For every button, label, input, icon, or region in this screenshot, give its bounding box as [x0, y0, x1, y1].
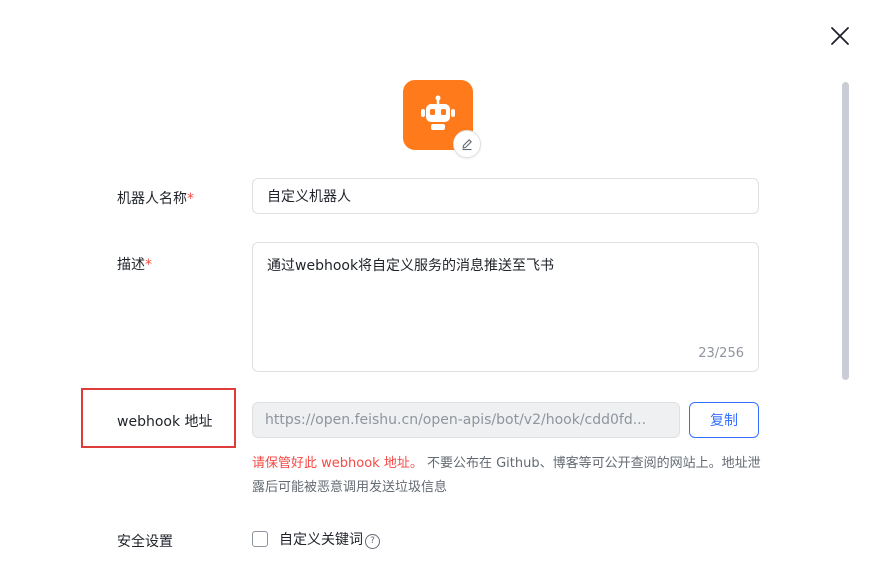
bot-name-input[interactable]: 自定义机器人 — [252, 178, 759, 214]
keyword-checkbox[interactable] — [252, 531, 268, 547]
keyword-option[interactable]: 自定义关键词? — [279, 529, 380, 549]
copy-button[interactable]: 复制 — [689, 402, 759, 438]
security-label: 安全设置 — [117, 534, 173, 550]
description-value: 通过webhook将自定义服务的消息推送至飞书 — [267, 258, 555, 274]
bot-name-value: 自定义机器人 — [267, 189, 351, 205]
webhook-warning: 请保管好此 webhook 地址。 不要公布在 Github、博客等可公开查阅的… — [252, 452, 767, 500]
required-mark: * — [187, 191, 194, 207]
description-label: 描述* — [117, 257, 152, 273]
question-circle-icon[interactable]: ? — [365, 534, 380, 549]
description-textarea[interactable]: 通过webhook将自定义服务的消息推送至飞书 23/256 — [252, 242, 759, 372]
keyword-option-label: 自定义关键词 — [279, 532, 363, 548]
char-counter: 23/256 — [698, 346, 744, 361]
bot-avatar[interactable] — [403, 80, 481, 158]
name-label: 机器人名称* — [117, 191, 194, 207]
required-mark: * — [145, 257, 152, 273]
pencil-icon[interactable] — [453, 130, 481, 158]
warning-emphasis: 请保管好此 webhook 地址。 — [252, 456, 423, 471]
webhook-url-value: https://open.feishu.cn/open-apis/bot/v2/… — [265, 412, 647, 428]
scrollbar-thumb[interactable] — [842, 82, 849, 380]
webhook-label: webhook 地址 — [117, 414, 213, 430]
close-icon[interactable] — [828, 24, 852, 48]
webhook-url-field[interactable]: https://open.feishu.cn/open-apis/bot/v2/… — [252, 402, 680, 438]
